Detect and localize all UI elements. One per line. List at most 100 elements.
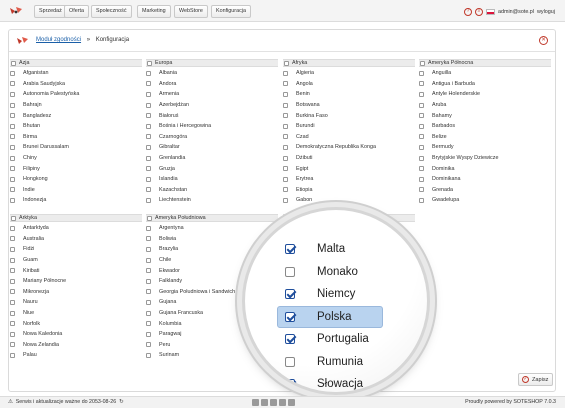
group-header[interactable]: Ameryka Północna: [419, 59, 551, 67]
country-checkbox[interactable]: [146, 299, 151, 305]
country-checkbox[interactable]: [10, 176, 15, 182]
country-item[interactable]: Nauru: [10, 297, 142, 308]
country-item[interactable]: Algieria: [283, 68, 415, 79]
country-checkbox[interactable]: [283, 91, 288, 97]
country-checkbox[interactable]: [283, 197, 288, 203]
group-select-all-checkbox[interactable]: [11, 60, 16, 66]
country-item[interactable]: Azerbejdżan: [146, 100, 278, 111]
country-item[interactable]: Kiribati: [10, 265, 142, 276]
country-item[interactable]: Chiny: [10, 153, 142, 164]
country-item[interactable]: Australia: [10, 234, 142, 245]
country-checkbox[interactable]: [146, 342, 151, 348]
country-item[interactable]: Botswana: [283, 100, 415, 111]
country-item[interactable]: Fidżi: [10, 244, 142, 255]
flag-pl-icon[interactable]: [485, 8, 495, 15]
country-checkbox[interactable]: [419, 70, 424, 76]
country-item[interactable]: Belize: [419, 132, 551, 143]
country-checkbox[interactable]: [146, 166, 151, 172]
country-item[interactable]: Bośnia i Hercegowina: [146, 121, 278, 132]
country-checkbox[interactable]: [146, 246, 151, 252]
country-item[interactable]: Brytyjskie Wyspy Dziewicze: [419, 153, 551, 164]
country-item[interactable]: Angola: [283, 79, 415, 90]
country-checkbox[interactable]: [10, 166, 15, 172]
country-item[interactable]: Islandia: [146, 174, 278, 185]
country-checkbox[interactable]: [419, 155, 424, 161]
close-icon[interactable]: ✕: [539, 36, 548, 45]
youtube-icon[interactable]: [270, 399, 277, 406]
country-item[interactable]: Białoruś: [146, 110, 278, 121]
country-checkbox[interactable]: [283, 166, 288, 172]
country-item[interactable]: Filipiny: [10, 163, 142, 174]
country-checkbox[interactable]: [283, 176, 288, 182]
country-checkbox[interactable]: [146, 113, 151, 119]
country-item[interactable]: Erytrea: [283, 174, 415, 185]
country-item[interactable]: Czad: [283, 132, 415, 143]
search-icon[interactable]: ⌕: [474, 7, 483, 16]
country-checkbox[interactable]: [146, 289, 151, 295]
menu-item-0[interactable]: Sprzedaż: [34, 5, 67, 18]
country-item[interactable]: Dominika: [419, 163, 551, 174]
country-checkbox[interactable]: [419, 176, 424, 182]
country-checkbox[interactable]: [146, 268, 151, 274]
country-item[interactable]: Etiopia: [283, 185, 415, 196]
country-checkbox[interactable]: [10, 102, 15, 108]
country-item[interactable]: Bhutan: [10, 121, 142, 132]
country-checkbox[interactable]: [146, 187, 151, 193]
country-checkbox[interactable]: [10, 352, 15, 358]
country-checkbox[interactable]: [10, 299, 15, 305]
country-checkbox[interactable]: [283, 144, 288, 150]
rss-icon[interactable]: [288, 399, 295, 406]
country-item[interactable]: Dominikana: [419, 174, 551, 185]
country-checkbox[interactable]: [10, 342, 15, 348]
group-header[interactable]: Arktyka: [10, 214, 142, 222]
refresh-icon[interactable]: ↻: [119, 399, 123, 405]
country-checkbox[interactable]: [10, 91, 15, 97]
facebook-icon[interactable]: [252, 399, 259, 406]
country-checkbox[interactable]: [419, 197, 424, 203]
country-checkbox[interactable]: [10, 278, 15, 284]
country-checkbox[interactable]: [10, 187, 15, 193]
country-checkbox[interactable]: [10, 70, 15, 76]
help-icon[interactable]: ?: [463, 7, 472, 16]
country-checkbox[interactable]: [146, 81, 151, 87]
country-item[interactable]: Dżibuti: [283, 153, 415, 164]
country-item[interactable]: Antarktyda: [10, 223, 142, 234]
country-checkbox[interactable]: [10, 331, 15, 337]
country-checkbox[interactable]: [146, 155, 151, 161]
country-checkbox[interactable]: [10, 246, 15, 252]
country-checkbox[interactable]: [10, 123, 15, 129]
country-item[interactable]: Andora: [146, 79, 278, 90]
country-checkbox[interactable]: [419, 91, 424, 97]
country-item[interactable]: Burkina Faso: [283, 110, 415, 121]
menu-item-2[interactable]: Społeczność: [91, 5, 132, 18]
country-checkbox[interactable]: [146, 257, 151, 263]
country-item[interactable]: Mariany Północne: [10, 276, 142, 287]
country-checkbox[interactable]: [283, 123, 288, 129]
country-checkbox[interactable]: [10, 144, 15, 150]
country-item[interactable]: Autonomia Palestyńska: [10, 89, 142, 100]
group-header[interactable]: Ameryka Południowa: [146, 214, 278, 222]
country-checkbox[interactable]: [419, 166, 424, 172]
country-checkbox[interactable]: [283, 113, 288, 119]
country-item[interactable]: Gabon: [283, 195, 415, 206]
country-item[interactable]: Afganistan: [10, 68, 142, 79]
country-checkbox[interactable]: [146, 225, 151, 231]
country-checkbox[interactable]: [146, 134, 151, 140]
country-item[interactable]: Norfolk: [10, 318, 142, 329]
country-item[interactable]: Argentyna: [146, 223, 278, 234]
country-checkbox[interactable]: [283, 102, 288, 108]
country-checkbox[interactable]: [146, 91, 151, 97]
group-select-all-checkbox[interactable]: [11, 215, 16, 221]
country-checkbox[interactable]: [10, 321, 15, 327]
country-checkbox[interactable]: [146, 310, 151, 316]
country-item[interactable]: Grenada: [419, 185, 551, 196]
country-checkbox[interactable]: [10, 113, 15, 119]
country-item[interactable]: Birma: [10, 132, 142, 143]
country-checkbox[interactable]: [283, 155, 288, 161]
country-item[interactable]: Palau: [10, 350, 142, 361]
group-select-all-checkbox[interactable]: [420, 60, 425, 66]
country-checkbox[interactable]: [10, 134, 15, 140]
country-item[interactable]: Bangladesz: [10, 110, 142, 121]
country-item[interactable]: Bermudy: [419, 142, 551, 153]
save-button[interactable]: ✓ Zapisz: [518, 373, 553, 386]
